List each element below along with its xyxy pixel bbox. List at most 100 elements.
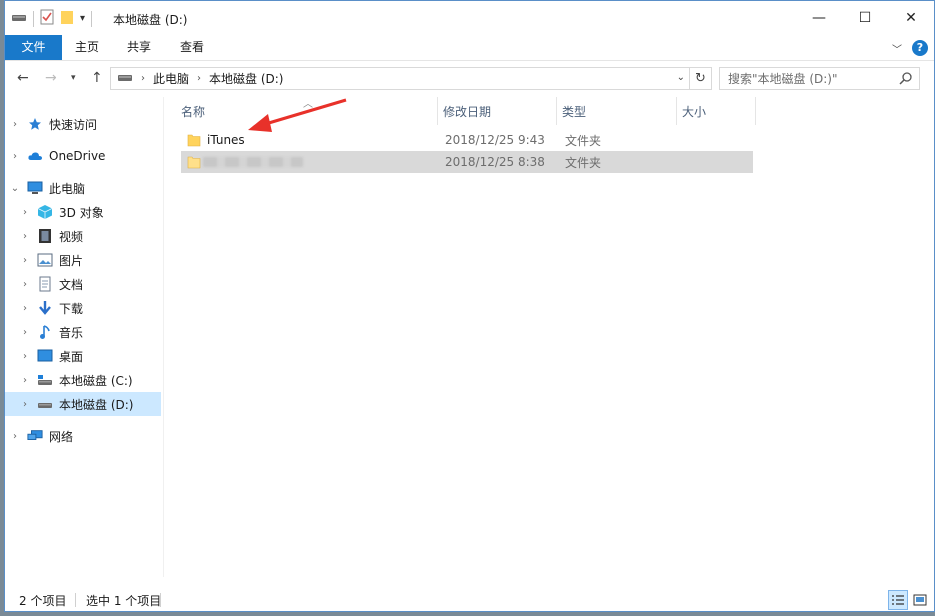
sidebar-item-desktop[interactable]: › 桌面	[5, 344, 161, 368]
sidebar-item-downloads[interactable]: › 下载	[5, 296, 161, 320]
sidebar-item-pictures[interactable]: › 图片	[5, 248, 161, 272]
table-row[interactable]: iTunes 2018/12/25 9:43 文件夹	[181, 129, 753, 151]
sidebar-item-label: 3D 对象	[59, 205, 104, 220]
details-view-icon[interactable]	[888, 590, 908, 610]
sidebar-item-drive-d[interactable]: › 本地磁盘 (D:)	[5, 392, 161, 416]
close-button[interactable]: ✕	[888, 1, 934, 35]
network-icon	[27, 428, 43, 444]
sidebar-item-label: OneDrive	[49, 149, 106, 163]
properties-icon[interactable]	[40, 9, 54, 28]
document-icon	[37, 276, 53, 292]
up-arrow-icon[interactable]: ↑	[91, 70, 103, 86]
address-dropdown-icon[interactable]: ⌄	[677, 72, 685, 83]
search-input[interactable]: 搜索"本地磁盘 (D:)"	[719, 67, 920, 90]
breadcrumb-separator-icon[interactable]: ›	[197, 73, 201, 84]
tab-home[interactable]: 主页	[65, 35, 109, 60]
tab-share[interactable]: 共享	[117, 35, 161, 60]
tab-view[interactable]: 查看	[170, 35, 214, 60]
chevron-right-icon[interactable]: ›	[9, 151, 21, 162]
breadcrumb-drive-d[interactable]: 本地磁盘 (D:)	[209, 70, 283, 87]
drive-icon	[117, 71, 133, 86]
sidebar-item-label: 此电脑	[49, 181, 86, 196]
title-bar: ▾ 本地磁盘 (D:) — ☐ ✕	[5, 1, 934, 35]
sidebar-item-label: 视频	[59, 229, 84, 244]
navigation-bar: ← → ▾ ↑ › 此电脑 › 本地磁盘 (D:) ⌄ ↻ 搜索"本地磁盘 (D…	[5, 61, 934, 97]
search-placeholder: 搜索"本地磁盘 (D:)"	[728, 72, 838, 86]
desktop-icon	[37, 348, 53, 364]
music-icon	[37, 324, 53, 340]
address-bar[interactable]: › 此电脑 › 本地磁盘 (D:) ⌄ ↻	[110, 67, 712, 90]
back-arrow-icon[interactable]: ←	[17, 70, 29, 86]
sidebar-item-quick-access[interactable]: › 快速访问	[5, 112, 161, 136]
tab-file[interactable]: 文件	[5, 35, 62, 60]
column-divider[interactable]	[437, 97, 438, 125]
sidebar-item-label: 音乐	[59, 325, 84, 340]
maximize-button[interactable]: ☐	[842, 1, 888, 35]
sidebar-item-onedrive[interactable]: › OneDrive	[5, 144, 161, 168]
quick-access-toolbar: ▾	[11, 9, 93, 28]
sidebar-item-label: 本地磁盘 (D:)	[59, 397, 134, 412]
column-header-size[interactable]: 大小	[682, 103, 706, 121]
explorer-window: ▾ 本地磁盘 (D:) — ☐ ✕ 文件 主页 共享 查看 ﹀ ? ← → ▾ …	[4, 0, 935, 612]
item-count: 2 个项目	[19, 593, 67, 608]
minimize-button[interactable]: —	[796, 1, 842, 35]
drive-icon	[11, 11, 27, 26]
sidebar-item-label: 下载	[59, 301, 84, 316]
column-header-name[interactable]: 名称	[181, 103, 205, 121]
sidebar-item-network[interactable]: › 网络	[5, 424, 161, 448]
search-icon[interactable]	[899, 71, 913, 88]
sidebar-item-label: 图片	[59, 253, 84, 268]
table-row[interactable]: 2018/12/25 8:38 文件夹	[181, 151, 753, 173]
pane-divider[interactable]	[163, 97, 164, 577]
sidebar-item-label: 网络	[49, 429, 74, 444]
sidebar-item-label: 桌面	[59, 349, 84, 364]
drive-c-icon	[37, 372, 53, 388]
sidebar-item-documents[interactable]: › 文档	[5, 272, 161, 296]
window-title: 本地磁盘 (D:)	[113, 13, 188, 27]
file-date: 2018/12/25 8:38	[445, 155, 545, 169]
chevron-right-icon[interactable]: ›	[19, 399, 31, 410]
chevron-right-icon[interactable]: ›	[19, 303, 31, 314]
chevron-down-icon[interactable]: ⌄	[9, 183, 21, 194]
sidebar-item-label: 文档	[59, 277, 84, 292]
file-name: iTunes	[207, 133, 245, 147]
download-icon	[37, 300, 53, 316]
customize-qat-icon[interactable]: ▾	[80, 13, 85, 24]
column-divider[interactable]	[676, 97, 677, 125]
sidebar-item-3d-objects[interactable]: › 3D 对象	[5, 200, 161, 224]
chevron-right-icon[interactable]: ›	[19, 231, 31, 242]
chevron-right-icon[interactable]: ›	[19, 327, 31, 338]
new-folder-icon[interactable]	[60, 9, 74, 28]
chevron-right-icon[interactable]: ›	[9, 431, 21, 442]
picture-icon	[37, 252, 53, 268]
chevron-right-icon[interactable]: ›	[19, 351, 31, 362]
column-header-date[interactable]: 修改日期	[443, 103, 491, 121]
chevron-right-icon[interactable]: ›	[19, 375, 31, 386]
star-icon	[27, 116, 43, 132]
folder-icon	[187, 133, 201, 147]
column-header-type[interactable]: 类型	[562, 103, 586, 121]
file-list: ︿ 名称 修改日期 类型 大小 iTunes 2018/12/25 9:43 文…	[175, 97, 934, 577]
sidebar-item-drive-c[interactable]: › 本地磁盘 (C:)	[5, 368, 161, 392]
chevron-right-icon[interactable]: ›	[9, 119, 21, 130]
film-icon	[37, 228, 53, 244]
file-date: 2018/12/25 9:43	[445, 133, 545, 147]
refresh-icon[interactable]: ↻	[689, 68, 711, 89]
recent-locations-chevron-icon[interactable]: ▾	[71, 73, 76, 83]
chevron-right-icon[interactable]: ›	[19, 279, 31, 290]
help-icon[interactable]: ?	[912, 40, 928, 56]
breadcrumb-this-pc[interactable]: 此电脑	[153, 70, 189, 87]
chevron-right-icon[interactable]: ›	[19, 255, 31, 266]
breadcrumb-separator-icon[interactable]: ›	[141, 73, 145, 84]
column-divider[interactable]	[755, 97, 756, 125]
column-divider[interactable]	[556, 97, 557, 125]
sidebar-item-label: 本地磁盘 (C:)	[59, 373, 133, 388]
forward-arrow-icon[interactable]: →	[45, 70, 57, 86]
expand-ribbon-icon[interactable]: ﹀	[892, 41, 902, 56]
sidebar-item-this-pc[interactable]: ⌄ 此电脑	[5, 176, 161, 200]
drive-d-icon	[37, 396, 53, 412]
chevron-right-icon[interactable]: ›	[19, 207, 31, 218]
sidebar-item-music[interactable]: › 音乐	[5, 320, 161, 344]
sidebar-item-videos[interactable]: › 视频	[5, 224, 161, 248]
large-icons-view-icon[interactable]	[910, 590, 930, 610]
